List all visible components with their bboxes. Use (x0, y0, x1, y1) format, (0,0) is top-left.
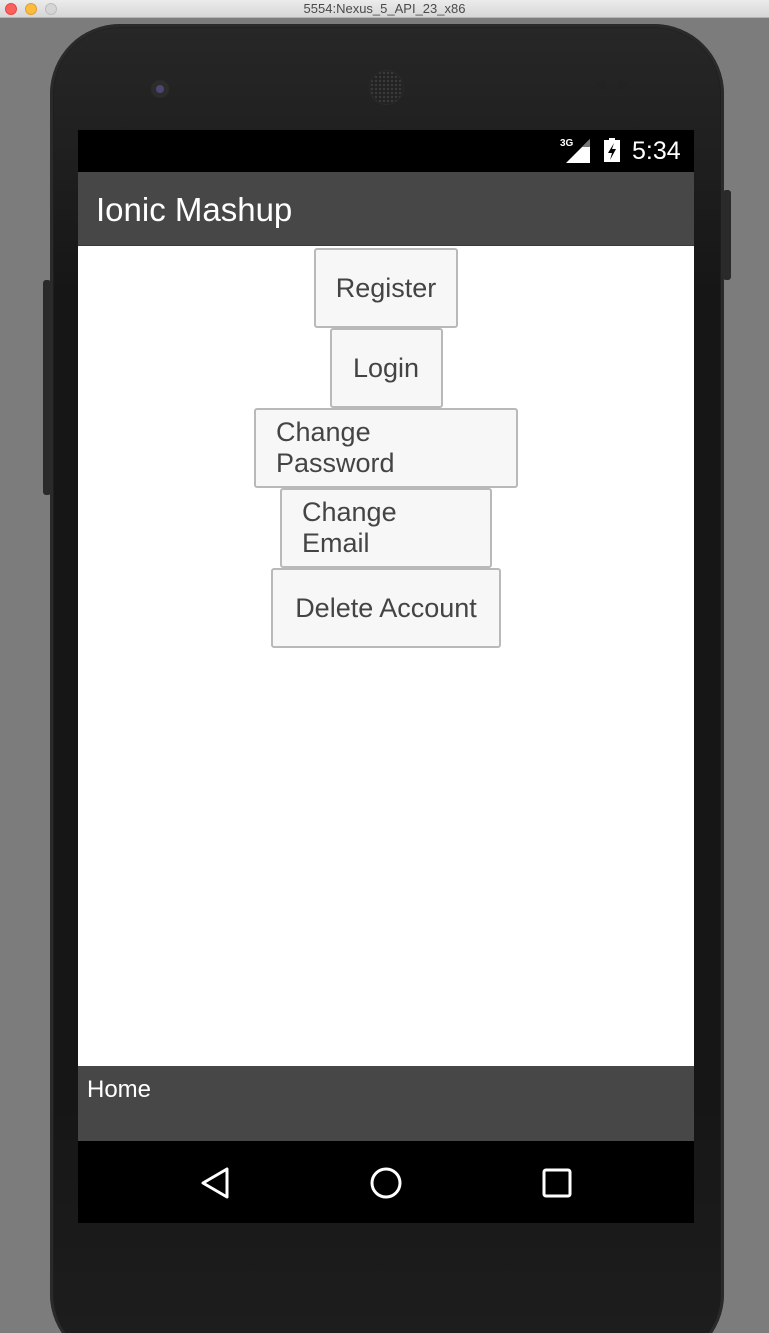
phone-power-button[interactable] (723, 190, 731, 280)
status-clock: 5:34 (632, 137, 681, 165)
change-password-button[interactable]: Change Password (254, 408, 518, 488)
page-title: Ionic Mashup (96, 191, 293, 228)
signal-icon (566, 139, 590, 163)
main-content: Register Login Change Password Change Em… (78, 246, 694, 1066)
android-nav-bar (78, 1141, 694, 1223)
change-email-button[interactable]: Change Email (280, 488, 492, 568)
earpiece-speaker-icon (370, 71, 403, 104)
back-icon[interactable] (195, 1163, 235, 1203)
recents-icon[interactable] (537, 1163, 577, 1203)
delete-account-button[interactable]: Delete Account (271, 568, 501, 648)
status-bar: 3G 5:34 (78, 130, 694, 172)
app-bar: Ionic Mashup (78, 172, 694, 246)
window-title: 5554:Nexus_5_API_23_x86 (303, 1, 466, 16)
battery-charging-icon (604, 138, 620, 162)
login-button[interactable]: Login (329, 328, 443, 408)
light-sensor-icon (618, 81, 628, 91)
proximity-sensor-icon (596, 81, 606, 91)
window-titlebar: 5554:Nexus_5_API_23_x86 (0, 0, 769, 18)
footer-bar: Home (78, 1066, 694, 1141)
phone-screen: 3G 5:34 Ionic Mashup Register Login Chan… (78, 130, 694, 1223)
footer-home-label[interactable]: Home (87, 1076, 151, 1104)
register-button[interactable]: Register (314, 248, 458, 328)
home-icon[interactable] (366, 1163, 406, 1203)
front-camera-icon (151, 80, 169, 98)
